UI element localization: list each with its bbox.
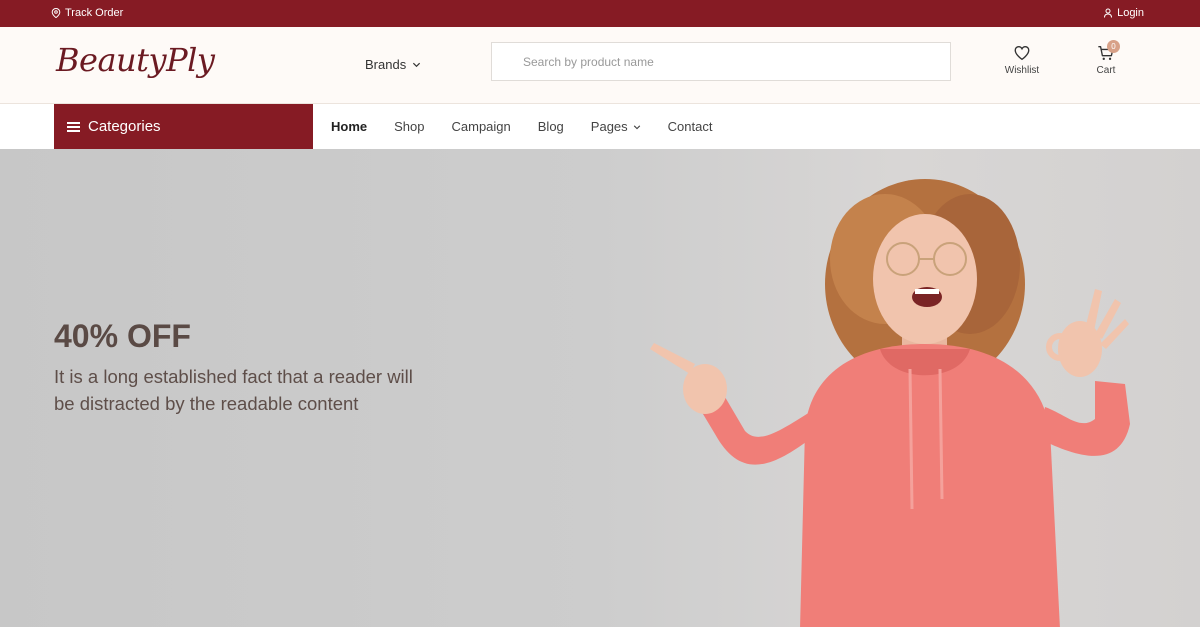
hero-text: It is a long established fact that a rea… [54, 366, 413, 414]
search-input[interactable] [492, 43, 950, 80]
top-bar: Track Order Login [0, 0, 1200, 27]
wishlist-button[interactable]: Wishlist [1004, 44, 1040, 76]
cart-count-badge: 0 [1107, 40, 1120, 53]
heart-icon [1014, 46, 1030, 61]
user-icon [1104, 8, 1113, 18]
cart-label: Cart [1096, 65, 1116, 76]
search-box [491, 42, 951, 81]
brands-dropdown[interactable]: Brands [365, 57, 421, 72]
track-order-link[interactable]: Track Order [51, 7, 123, 19]
hero-banner: 40% OFF It is a long established fact th… [0, 149, 1200, 627]
site-header: BeautyPly Brands Wishlist 0 Cart [0, 27, 1200, 104]
nav-links: Home Shop Campaign Blog Pages Contact [331, 104, 712, 149]
login-link[interactable]: Login [1103, 7, 1144, 19]
categories-button[interactable]: Categories [54, 104, 313, 149]
chevron-down-icon [633, 124, 640, 129]
nav-campaign[interactable]: Campaign [452, 119, 511, 134]
location-pin-icon [51, 8, 61, 18]
chevron-down-icon [413, 62, 421, 68]
site-logo[interactable]: BeautyPly [56, 41, 215, 79]
hero-title: 40% OFF [54, 318, 191, 354]
wishlist-label: Wishlist [1004, 65, 1040, 76]
nav-shop[interactable]: Shop [394, 119, 424, 134]
categories-label: Categories [88, 118, 161, 135]
login-label: Login [1117, 7, 1144, 19]
nav-blog[interactable]: Blog [538, 119, 564, 134]
menu-icon [67, 121, 80, 132]
cart-button[interactable]: 0 Cart [1090, 40, 1122, 76]
brands-label: Brands [365, 57, 407, 72]
nav-contact[interactable]: Contact [668, 119, 713, 134]
track-order-label: Track Order [65, 7, 124, 19]
hero-model-image [650, 179, 1130, 627]
nav-pages[interactable]: Pages [591, 119, 641, 134]
nav-home[interactable]: Home [331, 119, 367, 134]
main-nav: Categories Home Shop Campaign Blog Pages… [0, 104, 1200, 149]
nav-pages-label: Pages [590, 119, 628, 134]
